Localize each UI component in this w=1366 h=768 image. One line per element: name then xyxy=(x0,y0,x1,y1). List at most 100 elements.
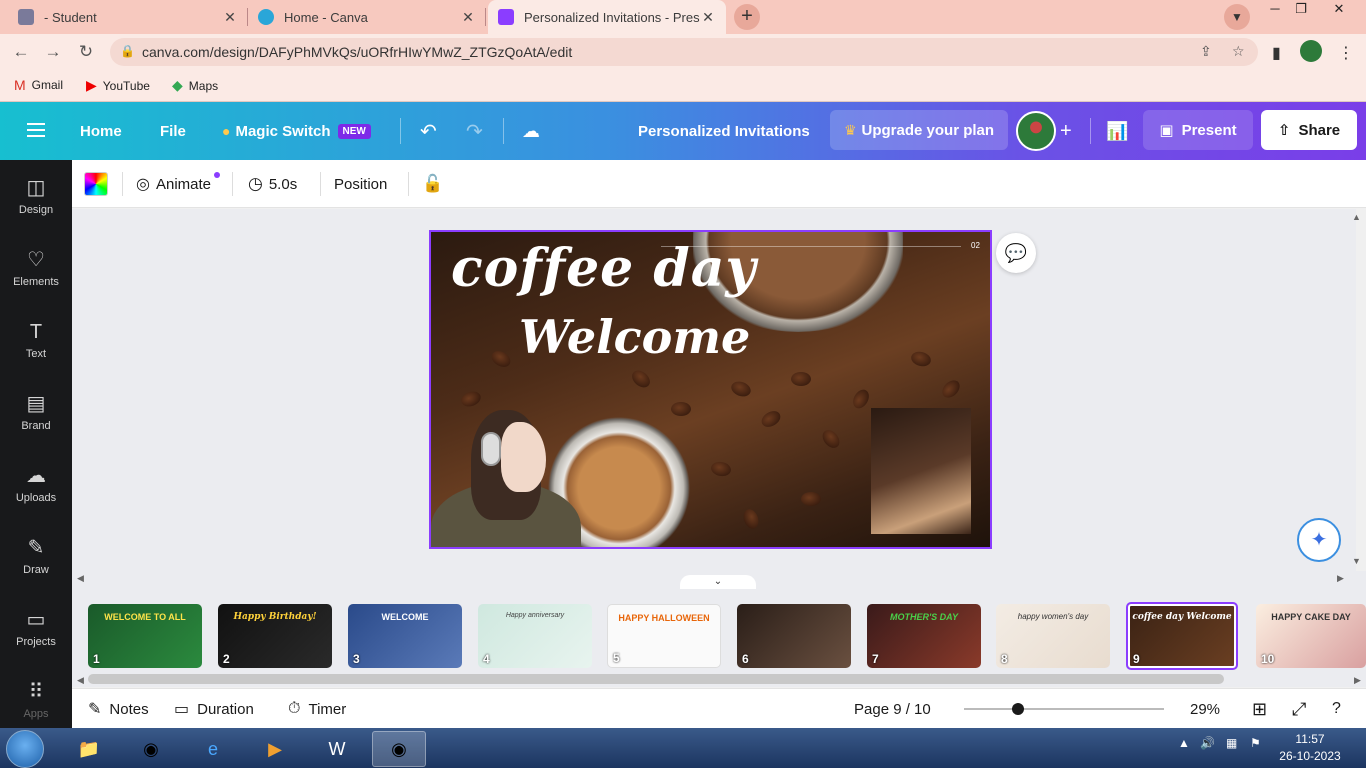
scroll-down-arrow-icon[interactable]: ▼ xyxy=(1352,556,1361,566)
system-clock[interactable]: 11:57 26-10-2023 xyxy=(1270,731,1350,765)
user-avatar[interactable] xyxy=(1016,111,1056,151)
color-swatch-button[interactable] xyxy=(84,172,108,196)
home-button[interactable]: Home xyxy=(80,102,122,160)
sidebar-item-draw[interactable]: ✎ Draw xyxy=(0,536,72,600)
network-icon[interactable]: ▦ xyxy=(1226,736,1237,750)
share-button[interactable]: ⇧ Share xyxy=(1261,110,1357,150)
page-thumbnail-10[interactable]: HAPPY CAKE DAY 10 xyxy=(1256,604,1366,668)
page-thumbnail-3[interactable]: WELCOME 3 xyxy=(348,604,462,668)
page-thumbnail-4[interactable]: Happy anniversary 4 xyxy=(478,604,592,668)
lock-icon[interactable]: 🔓 xyxy=(422,160,443,208)
back-arrow-icon[interactable]: ← xyxy=(10,41,32,63)
collapse-strip-chevron-icon[interactable]: ⌄ xyxy=(680,575,756,589)
present-button[interactable]: ▣ Present xyxy=(1143,110,1253,150)
add-collaborator-button[interactable]: + xyxy=(1060,102,1072,160)
tray-expand-icon[interactable]: ▲ xyxy=(1178,736,1190,750)
page-number: 7 xyxy=(872,652,879,666)
sidebar-item-text[interactable]: T Text xyxy=(0,320,72,384)
tab-search-chevron-icon[interactable]: ▼ xyxy=(1224,4,1250,30)
scroll-left-arrow-icon[interactable]: ◀ xyxy=(77,573,84,584)
scroll-right-arrow-icon[interactable]: ▶ xyxy=(1354,675,1361,686)
fullscreen-icon[interactable]: ⤢ xyxy=(1292,689,1306,729)
bookmark-star-icon[interactable]: ☆ xyxy=(1232,43,1245,60)
action-center-icon[interactable]: ⚑ xyxy=(1250,736,1261,750)
slide-canvas[interactable]: 02 coffee day Welcome xyxy=(429,230,992,549)
page-thumbnail-1[interactable]: WELCOME TO ALL 1 xyxy=(88,604,202,668)
animate-button[interactable]: ◎ Animate xyxy=(136,160,211,208)
timer-button[interactable]: ⏱ Timer xyxy=(288,689,346,729)
divider xyxy=(503,118,504,144)
browser-tab-home-canva[interactable]: Home - Canva ✕ xyxy=(248,0,486,34)
page-thumbnail-8[interactable]: happy women's day 8 xyxy=(996,604,1110,668)
scroll-right-arrow-icon[interactable]: ▶ xyxy=(1337,573,1344,584)
close-tab-icon[interactable]: ✕ xyxy=(460,9,476,26)
close-tab-icon[interactable]: ✕ xyxy=(222,9,238,26)
page-thumbnail-6[interactable]: 6 xyxy=(737,604,851,668)
divider xyxy=(408,172,409,196)
word-icon[interactable]: W xyxy=(310,731,364,767)
duration-button[interactable]: ◷ 5.0s xyxy=(248,160,297,208)
scroll-up-arrow-icon[interactable]: ▲ xyxy=(1352,212,1361,222)
upgrade-plan-button[interactable]: ♛ Upgrade your plan xyxy=(830,110,1008,150)
side-panel-icon[interactable]: ▮ xyxy=(1272,43,1281,63)
add-comment-icon[interactable]: 💬 xyxy=(996,233,1036,273)
restore-icon[interactable]: ❐ xyxy=(1284,0,1318,18)
internet-explorer-icon[interactable]: e xyxy=(186,731,240,767)
thumbnail-text: MOTHER'S DAY xyxy=(890,612,958,622)
magic-assistant-icon[interactable]: ✦ xyxy=(1297,518,1341,562)
sidebar-item-design[interactable]: ◫ Design xyxy=(0,176,72,240)
share-page-icon[interactable]: ⇪ xyxy=(1200,43,1212,60)
file-explorer-icon[interactable]: 📁 xyxy=(62,731,116,767)
position-button[interactable]: Position xyxy=(334,160,387,208)
grid-view-icon[interactable]: ⊞ xyxy=(1252,689,1267,729)
duration-button[interactable]: ▭ Duration xyxy=(174,689,254,729)
url-field[interactable]: 🔒 canva.com/design/DAFyPhMVkQs/uORfrHIwY… xyxy=(110,38,1258,66)
scroll-left-arrow-icon[interactable]: ◀ xyxy=(77,675,84,686)
chrome-icon[interactable]: ◉ xyxy=(124,731,178,767)
media-player-icon[interactable]: ▶ xyxy=(248,731,302,767)
horizontal-scrollbar[interactable] xyxy=(88,674,1224,684)
sidebar-item-uploads[interactable]: ☁ Uploads xyxy=(0,464,72,528)
slide-subtitle-text[interactable]: Welcome xyxy=(519,310,750,364)
slide-title-text[interactable]: coffee day xyxy=(451,238,757,299)
page-indicator[interactable]: Page 9 / 10 xyxy=(854,689,931,729)
browser-tab-personalized-invitations[interactable]: Personalized Invitations - Present ✕ xyxy=(488,0,726,34)
bookmarks-bar: M Gmail ▶ YouTube ◆ Maps xyxy=(0,70,1366,102)
forward-arrow-icon[interactable]: → xyxy=(42,41,64,63)
reload-icon[interactable]: ↻ xyxy=(75,41,97,63)
redo-icon[interactable]: ↷ xyxy=(466,102,483,160)
close-window-icon[interactable]: ✕ xyxy=(1322,0,1356,18)
zoom-level[interactable]: 29% xyxy=(1190,689,1220,729)
notes-button[interactable]: ✎ Notes xyxy=(88,689,149,729)
sidebar-item-brand[interactable]: ▤ Brand xyxy=(0,392,72,456)
browser-menu-icon[interactable]: ⋮ xyxy=(1338,43,1354,63)
bookmark-maps[interactable]: ◆ Maps xyxy=(172,77,218,94)
page-thumbnail-9[interactable]: coffee day Welcome 9 xyxy=(1126,602,1238,670)
bookmark-gmail[interactable]: M Gmail xyxy=(14,77,63,93)
browser-tab-student[interactable]: - Student ✕ xyxy=(8,0,248,34)
zoom-slider-handle[interactable] xyxy=(1012,703,1024,715)
student-favicon-icon xyxy=(18,9,34,25)
close-tab-icon[interactable]: ✕ xyxy=(700,9,716,26)
page-thumbnail-7[interactable]: MOTHER'S DAY 7 xyxy=(867,604,981,668)
document-title[interactable]: Personalized Invitations xyxy=(638,102,810,160)
profile-avatar[interactable] xyxy=(1300,40,1322,62)
magic-switch-button[interactable]: ● Magic Switch NEW xyxy=(222,102,371,160)
file-menu-button[interactable]: File xyxy=(160,102,186,160)
volume-icon[interactable]: 🔊 xyxy=(1200,736,1215,750)
bookmark-youtube[interactable]: ▶ YouTube xyxy=(86,77,150,94)
new-tab-button[interactable]: + xyxy=(734,4,760,30)
sidebar-item-projects[interactable]: ▭ Projects xyxy=(0,608,72,672)
chrome-active-icon[interactable]: ◉ xyxy=(372,731,426,767)
analytics-icon[interactable]: 📊 xyxy=(1106,102,1128,160)
page-thumbnail-5[interactable]: HAPPY HALLOWEEN 5 xyxy=(607,604,721,668)
help-icon[interactable]: ? xyxy=(1332,689,1341,729)
windows-start-button[interactable] xyxy=(6,730,44,768)
undo-icon[interactable]: ↶ xyxy=(420,102,437,160)
apps-icon: ⠿ xyxy=(28,681,44,703)
page-thumbnail-2[interactable]: Happy Birthday! 2 xyxy=(218,604,332,668)
sidebar-item-elements[interactable]: ♡ Elements xyxy=(0,248,72,312)
menu-hamburger-icon[interactable] xyxy=(27,123,45,137)
cloud-saved-icon[interactable]: ☁ xyxy=(522,102,540,160)
zoom-slider[interactable] xyxy=(964,703,1164,715)
